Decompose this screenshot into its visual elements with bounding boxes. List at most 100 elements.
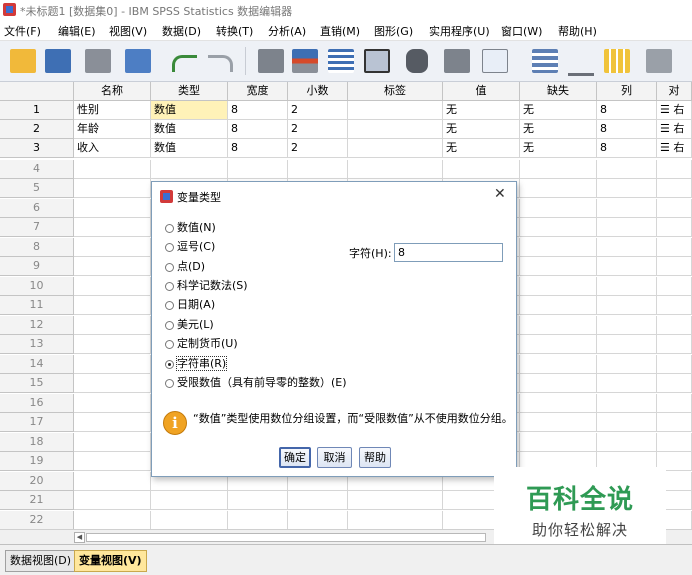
row-number[interactable]: 14	[0, 354, 74, 374]
empty-cell[interactable]	[74, 257, 151, 276]
empty-cell[interactable]	[597, 432, 657, 452]
tab-data-view[interactable]: 数据视图(D)	[5, 550, 77, 572]
empty-cell[interactable]	[348, 159, 443, 179]
column-header-values[interactable]: 值	[443, 82, 520, 101]
print-icon[interactable]	[85, 49, 111, 73]
cell-decimals[interactable]: 2	[288, 120, 348, 139]
empty-cell[interactable]	[597, 315, 657, 335]
empty-cell[interactable]	[657, 179, 692, 198]
empty-cell[interactable]	[597, 237, 657, 257]
empty-cell[interactable]	[74, 315, 151, 335]
cell-columns[interactable]: 8	[597, 120, 657, 139]
row-number[interactable]: 11	[0, 296, 74, 315]
find-icon[interactable]	[406, 49, 428, 73]
radio-comma[interactable]: 逗号(C)	[165, 239, 215, 255]
cell-missing[interactable]: 无	[520, 120, 597, 139]
menu-transform[interactable]: 转换(T)	[216, 23, 253, 39]
empty-cell[interactable]	[657, 276, 692, 296]
open-folder-icon[interactable]	[10, 49, 36, 73]
empty-cell[interactable]	[520, 374, 597, 393]
cell-label[interactable]	[348, 101, 443, 120]
empty-cell[interactable]	[657, 218, 692, 237]
row-number[interactable]: 4	[0, 159, 74, 179]
row-number[interactable]: 8	[0, 237, 74, 257]
empty-cell[interactable]	[288, 510, 348, 530]
goto-variable-icon[interactable]	[292, 49, 318, 73]
empty-cell[interactable]	[597, 276, 657, 296]
cancel-button[interactable]: 取消	[317, 447, 352, 468]
empty-cell[interactable]	[597, 374, 657, 393]
row-number[interactable]: 9	[0, 257, 74, 276]
empty-cell[interactable]	[520, 354, 597, 374]
empty-cell[interactable]	[520, 179, 597, 198]
empty-cell[interactable]	[348, 510, 443, 530]
radio-date[interactable]: 日期(A)	[165, 297, 215, 313]
radio-custom-currency[interactable]: 定制货币(U)	[165, 336, 238, 352]
row-number[interactable]: 20	[0, 471, 74, 491]
empty-cell[interactable]	[657, 374, 692, 393]
empty-cell[interactable]	[597, 413, 657, 432]
empty-cell[interactable]	[657, 198, 692, 218]
row-number[interactable]: 13	[0, 335, 74, 354]
empty-cell[interactable]	[74, 413, 151, 432]
empty-cell[interactable]	[657, 237, 692, 257]
row-number[interactable]: 18	[0, 432, 74, 452]
column-header-missing[interactable]: 缺失	[520, 82, 597, 101]
save-icon[interactable]	[45, 49, 71, 73]
row-number[interactable]: 5	[0, 179, 74, 198]
empty-cell[interactable]	[228, 159, 288, 179]
menu-data[interactable]: 数据(D)	[162, 23, 201, 39]
select-cases-icon[interactable]	[604, 49, 630, 73]
column-header-columns[interactable]: 列	[597, 82, 657, 101]
empty-cell[interactable]	[74, 198, 151, 218]
row-number[interactable]: 3	[0, 139, 74, 158]
radio-scientific[interactable]: 科学记数法(S)	[165, 278, 248, 294]
empty-cell[interactable]	[520, 315, 597, 335]
empty-cell[interactable]	[151, 491, 228, 510]
weight-cases-icon[interactable]	[568, 49, 594, 76]
cell-type-selected[interactable]: 数值	[151, 101, 228, 120]
cell-type[interactable]: 数值	[151, 120, 228, 139]
empty-cell[interactable]	[151, 159, 228, 179]
empty-cell[interactable]	[74, 296, 151, 315]
menu-view[interactable]: 视图(V)	[109, 23, 147, 39]
cell-label[interactable]	[348, 139, 443, 158]
empty-cell[interactable]	[74, 491, 151, 510]
empty-cell[interactable]	[597, 393, 657, 413]
cell-width[interactable]: 8	[228, 139, 288, 158]
empty-cell[interactable]	[288, 491, 348, 510]
empty-cell[interactable]	[348, 491, 443, 510]
empty-cell[interactable]	[74, 276, 151, 296]
menu-graphs[interactable]: 图形(G)	[374, 23, 413, 39]
cell-decimals[interactable]: 2	[288, 101, 348, 120]
empty-cell[interactable]	[74, 179, 151, 198]
goto-case-icon[interactable]	[258, 49, 284, 73]
row-number[interactable]: 1	[0, 101, 74, 120]
empty-cell[interactable]	[74, 510, 151, 530]
ok-button[interactable]: 确定	[279, 447, 311, 468]
empty-cell[interactable]	[520, 413, 597, 432]
undo-icon[interactable]	[172, 55, 197, 72]
menu-help[interactable]: 帮助(H)	[558, 23, 597, 39]
empty-cell[interactable]	[74, 218, 151, 237]
empty-cell[interactable]	[657, 159, 692, 179]
radio-dollar[interactable]: 美元(L)	[165, 317, 214, 333]
row-number[interactable]: 12	[0, 315, 74, 335]
cell-decimals[interactable]: 2	[288, 139, 348, 158]
empty-cell[interactable]	[443, 159, 520, 179]
redo-icon[interactable]	[208, 55, 233, 72]
scroll-left-icon[interactable]: ◀	[74, 532, 85, 543]
empty-cell[interactable]	[520, 257, 597, 276]
empty-cell[interactable]	[597, 354, 657, 374]
empty-cell[interactable]	[597, 335, 657, 354]
cell-values[interactable]: 无	[443, 101, 520, 120]
dialog-recall-icon[interactable]	[125, 49, 151, 73]
radio-string[interactable]: 字符串(R)	[165, 356, 228, 372]
cell-columns[interactable]: 8	[597, 139, 657, 158]
empty-cell[interactable]	[520, 432, 597, 452]
row-number[interactable]: 10	[0, 276, 74, 296]
empty-cell[interactable]	[228, 491, 288, 510]
radio-numeric[interactable]: 数值(N)	[165, 220, 216, 236]
cell-values[interactable]: 无	[443, 139, 520, 158]
column-header-align[interactable]: 对	[657, 82, 692, 101]
